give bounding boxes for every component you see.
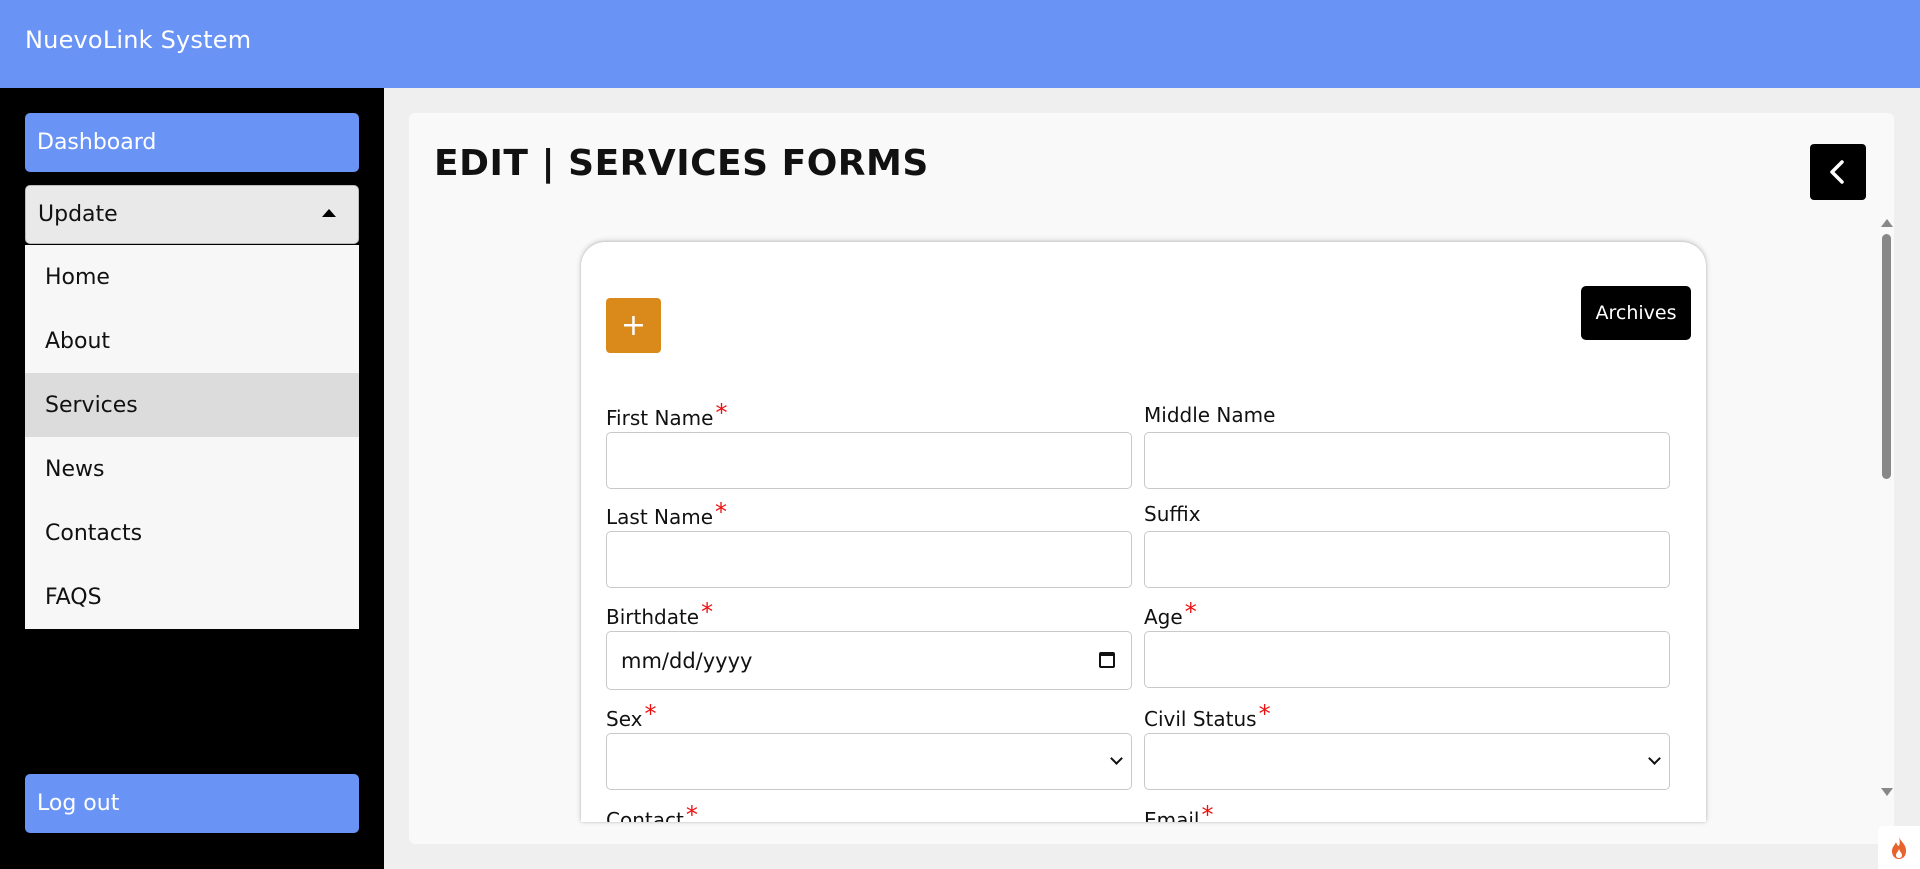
required-mark: * [1258, 700, 1271, 728]
age-input[interactable] [1144, 631, 1670, 688]
calendar-icon[interactable] [1099, 652, 1115, 668]
last-name-input[interactable] [606, 531, 1132, 588]
required-mark: * [1184, 598, 1197, 626]
flame-icon [1892, 836, 1906, 859]
archives-button[interactable]: Archives [1581, 286, 1691, 340]
caret-up-icon [322, 209, 336, 217]
services-form: + Archives First Name* Middle Name Last … [581, 242, 1706, 822]
civil-status-label: Civil Status* [1144, 700, 1271, 731]
suffix-label: Suffix [1144, 502, 1201, 526]
update-label: Update [38, 202, 118, 227]
first-name-label: First Name* [606, 399, 728, 430]
scrollbar-thumb[interactable] [1882, 234, 1891, 479]
middle-name-label: Middle Name [1144, 403, 1276, 427]
update-menu: Home About Services News Contacts FAQS [25, 245, 359, 629]
main-content: EDIT | SERVICES FORMS + Archives First N… [384, 88, 1920, 869]
top-bar: NuevoLink System [0, 0, 1920, 88]
first-name-input[interactable] [606, 432, 1132, 489]
required-mark: * [715, 498, 728, 526]
content-panel: EDIT | SERVICES FORMS + Archives First N… [409, 113, 1894, 844]
required-mark: * [1201, 801, 1214, 822]
menu-item-contacts[interactable]: Contacts [25, 501, 359, 565]
contact-label: Contact* [606, 801, 698, 822]
required-mark: * [715, 399, 728, 427]
required-mark: * [685, 801, 698, 822]
scroll-up-arrow-icon[interactable] [1881, 219, 1893, 227]
civil-status-select[interactable] [1144, 733, 1670, 790]
update-dropdown-button[interactable]: Update [25, 185, 359, 244]
dashboard-button[interactable]: Dashboard [25, 113, 359, 172]
last-name-label: Last Name* [606, 498, 728, 529]
birthdate-placeholder: mm/dd/yyyy [621, 648, 753, 673]
birthdate-input[interactable]: mm/dd/yyyy [606, 631, 1132, 690]
form-scrollbar[interactable] [1879, 219, 1893, 796]
logout-button[interactable]: Log out [25, 774, 359, 833]
chevron-down-icon [1110, 752, 1123, 765]
menu-item-news[interactable]: News [25, 437, 359, 501]
corner-badge[interactable] [1878, 826, 1920, 869]
menu-item-services[interactable]: Services [25, 373, 359, 437]
chevron-left-icon [1830, 160, 1844, 184]
menu-item-about[interactable]: About [25, 309, 359, 373]
chevron-down-icon [1648, 752, 1661, 765]
suffix-input[interactable] [1144, 531, 1670, 588]
required-mark: * [701, 598, 714, 626]
middle-name-input[interactable] [1144, 432, 1670, 489]
sex-select[interactable] [606, 733, 1132, 790]
email-label: Email* [1144, 801, 1214, 822]
sidebar: Dashboard Update Home About Services New… [0, 88, 384, 869]
page-title: EDIT | SERVICES FORMS [434, 143, 929, 184]
menu-item-home[interactable]: Home [25, 245, 359, 309]
required-mark: * [644, 700, 657, 728]
menu-item-faqs[interactable]: FAQS [25, 565, 359, 629]
birthdate-label: Birthdate* [606, 598, 714, 629]
scroll-down-arrow-icon[interactable] [1881, 788, 1893, 796]
sex-label: Sex* [606, 700, 657, 731]
back-button[interactable] [1810, 144, 1866, 200]
add-button[interactable]: + [606, 298, 661, 353]
app-title: NuevoLink System [25, 26, 252, 54]
age-label: Age* [1144, 598, 1197, 629]
